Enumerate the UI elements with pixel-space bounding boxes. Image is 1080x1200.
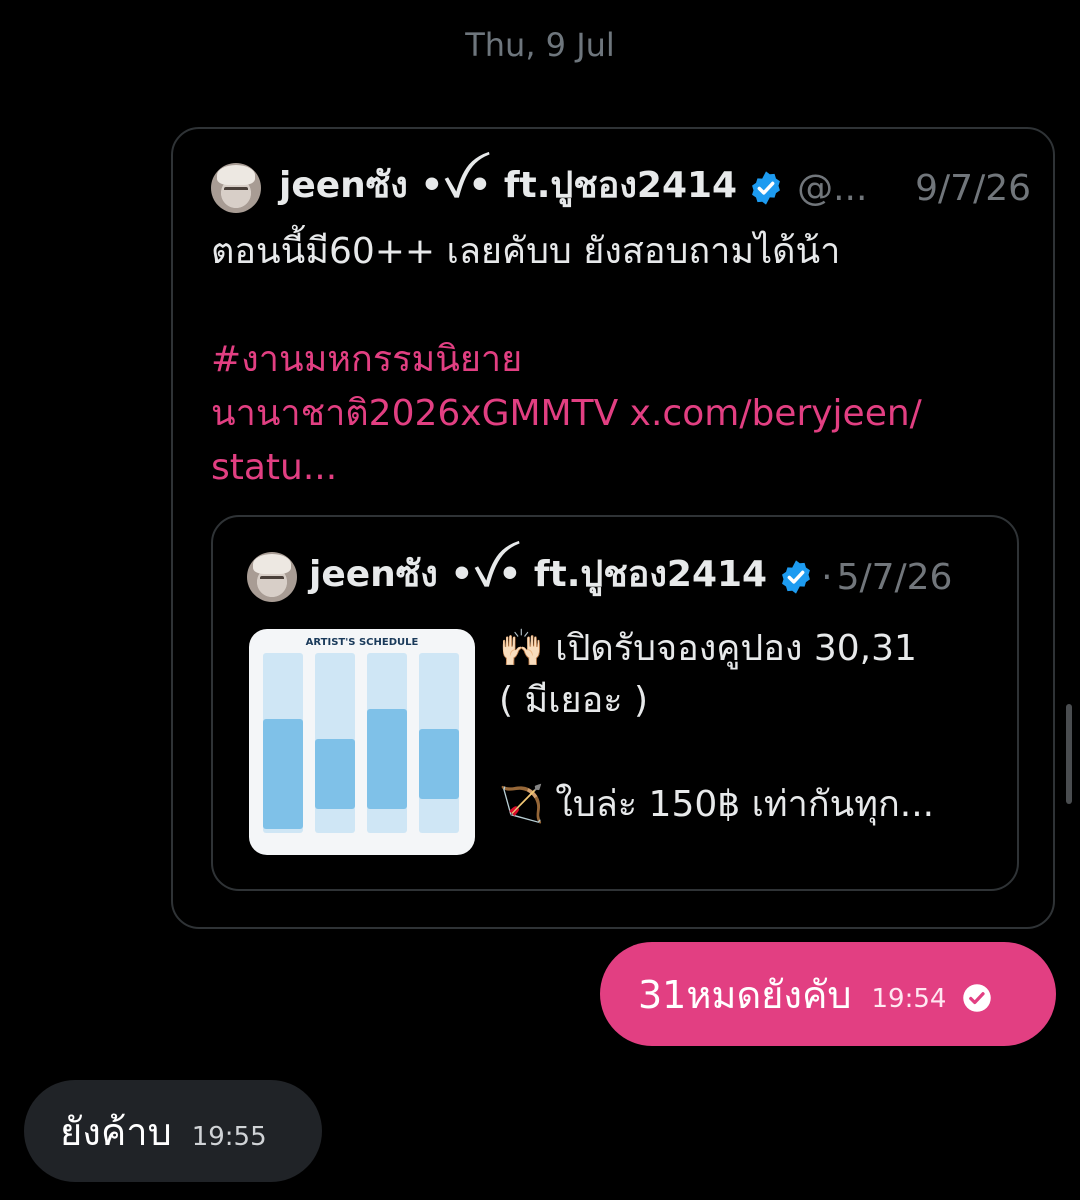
hashtag-link-line[interactable]: นานาชาติ2026xGMMTV x.com/beryjeen/: [211, 387, 1031, 441]
thumb-block: [315, 739, 355, 809]
hashtag-link[interactable]: #งานมหกรรมนิยาย: [211, 333, 1031, 387]
post-date: 9/7/26: [915, 167, 1031, 209]
received-message-text: ยังค้าบ: [60, 1109, 172, 1154]
quoted-post-header: jeenซัง •ꪜ• ft.ปูชอง2414 · 5/7/26: [247, 551, 952, 603]
quoted-post-text: 🙌🏻 เปิดรับจองคูปอง 30,31 ( มีเยอะ ) 🏹 ใบ…: [499, 623, 999, 831]
quoted-display-name: jeenซัง •ꪜ• ft.ปูชอง2414: [309, 553, 768, 595]
received-message-bubble[interactable]: ยังค้าบ 19:55: [24, 1080, 322, 1182]
avatar[interactable]: [211, 163, 261, 213]
schedule-thumbnail-image[interactable]: ARTIST'S SCHEDULE: [249, 629, 475, 855]
thumb-block: [263, 719, 303, 829]
thumb-block: [367, 709, 407, 809]
dot-separator: ·: [821, 556, 833, 598]
scrollbar[interactable]: [1066, 704, 1072, 804]
quoted-text-line: ( มีเยอะ ): [499, 680, 649, 721]
display-name: jeenซัง •ꪜ• ft.ปูชอง2414: [279, 164, 738, 206]
quoted-post-card[interactable]: jeenซัง •ꪜ• ft.ปูชอง2414 · 5/7/26 ARTIST…: [211, 515, 1019, 891]
thumbnail-title: ARTIST'S SCHEDULE: [305, 637, 419, 648]
post-text: ตอนนี้มี60++ เลยคับบ ยังสอบถามได้น้า: [211, 231, 841, 272]
hashtag-link-continued[interactable]: นานาชาติ2026xGMMTV: [211, 393, 618, 434]
sent-message-bubble[interactable]: 31หมดยังคับ 19:54: [600, 942, 1056, 1046]
handle: @...: [797, 167, 868, 209]
post-body: ตอนนี้มี60++ เลยคับบ ยังสอบถามได้น้า #งา…: [211, 225, 1031, 495]
shared-post-card[interactable]: jeenซัง •ꪜ• ft.ปูชอง2414 @... 9/7/26 ตอน…: [171, 127, 1055, 929]
sent-message-text: 31หมดยังคับ: [638, 972, 852, 1017]
date-separator: Thu, 9 Jul: [465, 26, 615, 64]
post-header: jeenซัง •ꪜ• ft.ปูชอง2414 @... 9/7/26: [211, 161, 1031, 215]
quoted-post-date: 5/7/26: [836, 556, 953, 598]
sent-message-time: 19:54: [871, 984, 947, 1014]
post-url-link[interactable]: x.com/beryjeen/: [618, 393, 922, 434]
quoted-avatar[interactable]: [247, 552, 297, 602]
quoted-text-line: 🙌🏻 เปิดรับจองคูปอง 30,31: [499, 628, 917, 669]
read-check-icon: [963, 984, 992, 1012]
quoted-text-line: 🏹 ใบล่ะ 150฿ เท่ากันทุก...: [499, 784, 935, 825]
post-url-link-continued[interactable]: statu...: [211, 441, 1031, 495]
thumb-block: [419, 729, 459, 799]
received-message-time: 19:55: [191, 1122, 267, 1152]
verified-badge-icon: [782, 560, 811, 594]
verified-badge-icon: [752, 171, 781, 205]
